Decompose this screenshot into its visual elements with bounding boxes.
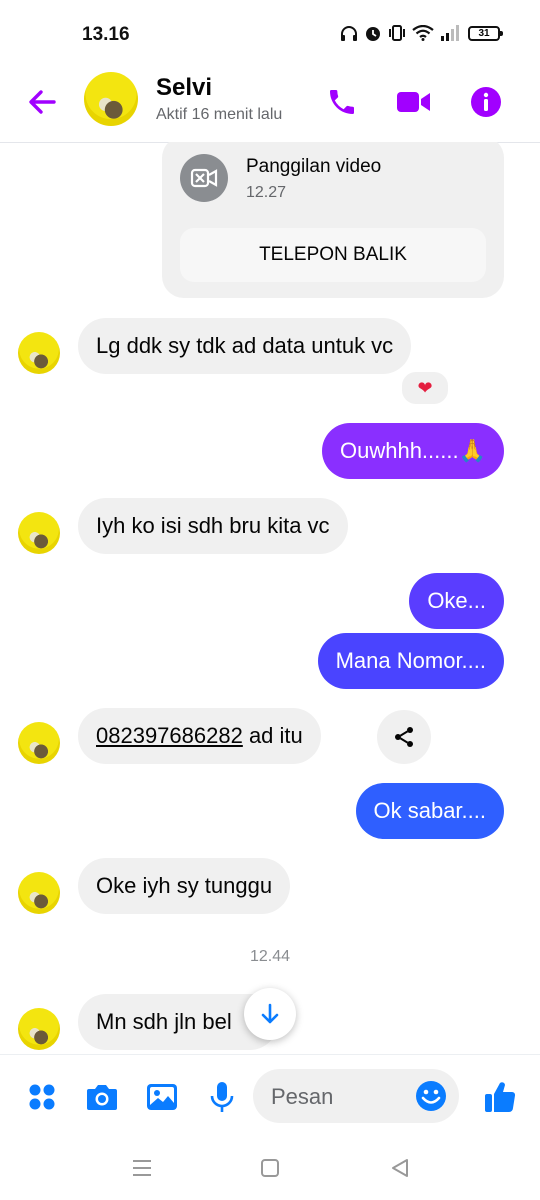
contact-avatar[interactable] [84, 72, 138, 126]
vibrate-icon [389, 25, 405, 41]
outgoing-message[interactable]: Mana Nomor.... [317, 633, 504, 689]
camera-button[interactable] [82, 1077, 122, 1117]
alarm-icon [366, 27, 380, 41]
recent-apps-button[interactable] [130, 1156, 154, 1180]
call-title: Panggilan video [246, 156, 382, 177]
share-button[interactable] [377, 710, 431, 764]
info-button[interactable] [466, 82, 506, 122]
call-back-button[interactable]: TELEPON BALIK [180, 228, 486, 282]
voice-call-button[interactable] [322, 82, 362, 122]
status-icons: 31 [340, 24, 503, 42]
system-navigation-bar [0, 1138, 540, 1200]
video-call-button[interactable] [394, 82, 434, 122]
sender-avatar[interactable] [18, 872, 60, 914]
contact-name[interactable]: Selvi [156, 74, 212, 102]
camera-icon [87, 1085, 117, 1110]
incoming-message[interactable]: 082397686282 ad itu [78, 708, 321, 764]
home-square-icon [261, 1159, 279, 1177]
call-time: 12.27 [246, 184, 287, 201]
incoming-message[interactable]: Lg ddk sy tdk ad data untuk vc [78, 318, 412, 374]
sender-avatar[interactable] [18, 1008, 60, 1050]
voice-message-button[interactable] [202, 1077, 242, 1117]
wifi-icon [412, 25, 434, 41]
info-icon [471, 87, 501, 117]
status-time: 13.16 [82, 24, 130, 45]
message-list[interactable]: Panggilan video 12.27 TELEPON BALIK Lg d… [0, 142, 540, 1054]
message-input-placeholder: Pesan [271, 1084, 334, 1109]
phone-icon [330, 90, 354, 114]
incoming-message[interactable]: Oke iyh sy tunggu [78, 858, 291, 914]
like-button[interactable] [480, 1077, 520, 1117]
system-back-button[interactable] [388, 1156, 412, 1180]
share-icon [395, 727, 413, 747]
back-triangle-icon [392, 1159, 408, 1177]
video-off-icon [180, 154, 228, 202]
video-camera-icon [397, 92, 430, 112]
outgoing-message[interactable]: Oke... [409, 573, 504, 629]
message-composer: Pesan [0, 1054, 540, 1139]
home-button[interactable] [258, 1156, 282, 1180]
grid-dots-icon [29, 1084, 55, 1110]
thumbs-up-icon [485, 1082, 516, 1112]
sender-avatar[interactable] [18, 332, 60, 374]
sender-avatar[interactable] [18, 722, 60, 764]
outgoing-message[interactable]: Ok sabar.... [355, 783, 504, 839]
status-bar: 13.16 31 [0, 0, 540, 64]
chat-header: Selvi Aktif 16 menit lalu [0, 64, 540, 143]
scroll-to-bottom-button[interactable] [244, 988, 296, 1040]
outgoing-message[interactable]: Ouwhhh......🙏 [321, 423, 504, 479]
back-arrow-icon [29, 90, 56, 114]
image-icon [147, 1084, 177, 1110]
emoji-icon[interactable] [415, 1080, 447, 1112]
message-timestamp: 12.44 [249, 948, 291, 965]
message-text: ad itu [242, 723, 303, 748]
battery-indicator: 31 [468, 25, 503, 41]
microphone-icon [210, 1082, 234, 1112]
headphones-icon [341, 26, 357, 41]
more-actions-button[interactable] [22, 1077, 62, 1117]
contact-status: Aktif 16 menit lalu [156, 106, 283, 123]
menu-lines-icon [133, 1160, 151, 1176]
phone-number-link[interactable]: 082397686282 [96, 723, 243, 748]
back-button[interactable] [24, 84, 60, 120]
message-input[interactable]: Pesan [253, 1069, 459, 1123]
heart-reaction[interactable]: ❤ [400, 370, 450, 406]
arrow-down-icon [261, 1003, 279, 1024]
sender-avatar[interactable] [18, 512, 60, 554]
signal-icon [441, 25, 459, 41]
gallery-button[interactable] [142, 1077, 182, 1117]
missed-video-call-card: Panggilan video 12.27 TELEPON BALIK [162, 142, 504, 298]
incoming-message[interactable]: Iyh ko isi sdh bru kita vc [78, 498, 348, 554]
